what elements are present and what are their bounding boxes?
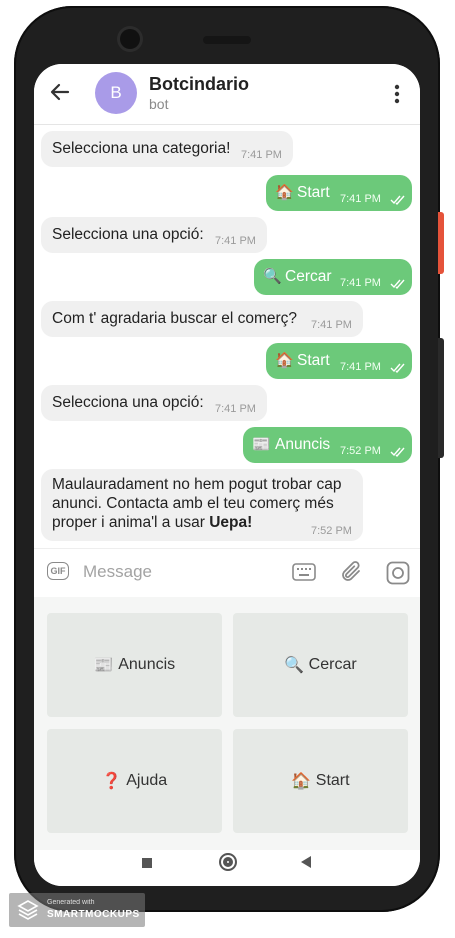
keyboard-button-start[interactable]: 🏠 Start [233, 729, 408, 833]
message-text: Start [297, 184, 330, 201]
message-line: Maulauradament no hem pogut trobar cap [52, 476, 342, 493]
magnifier-icon: 🔍 [284, 657, 305, 674]
double-check-icon [390, 447, 405, 457]
message-text: Com t' agradaria buscar el comerç? [52, 310, 298, 327]
avatar[interactable]: B [95, 72, 137, 114]
attachment-icon[interactable] [340, 560, 364, 586]
message-text: Cercar [285, 268, 332, 285]
message-input-bar: GIF Message [34, 548, 420, 597]
outgoing-message: 🏠 Start 7:41 PM [266, 343, 412, 379]
magnifier-icon: 🔍 [263, 268, 282, 285]
chat-subtitle: bot [149, 96, 169, 112]
message-text: Start [297, 352, 330, 369]
stack-icon [17, 900, 39, 920]
message-text: Selecciona una opció: [52, 226, 204, 243]
brand-name: Uepa! [209, 514, 253, 531]
message-time: 7:41 PM [241, 149, 282, 161]
message-time: 7:41 PM [215, 235, 256, 247]
message-time: 7:52 PM [311, 525, 352, 537]
outgoing-message: 📰 Anuncis 7:52 PM [243, 427, 412, 463]
keyboard-icon[interactable] [292, 563, 316, 581]
message-time: 7:41 PM [340, 361, 381, 373]
earpiece-speaker [203, 36, 251, 44]
newspaper-icon: 📰 [252, 436, 271, 453]
house-icon: 🏠 [291, 773, 312, 790]
message-text: Selecciona una categoria! [52, 140, 231, 157]
watermark-small-text: Generated with [47, 899, 95, 906]
message-time: 7:41 PM [215, 403, 256, 415]
outgoing-message: 🏠 Start 7:41 PM [266, 175, 412, 211]
question-mark-icon: ❓ [101, 773, 122, 790]
more-vertical-icon[interactable] [394, 84, 400, 104]
keyboard-button-ajuda[interactable]: ❓ Ajuda [47, 729, 222, 833]
keyboard-button-cercar[interactable]: 🔍 Cercar [233, 613, 408, 717]
double-check-icon [390, 195, 405, 205]
incoming-message: Selecciona una categoria! 7:41 PM [41, 131, 293, 167]
incoming-message: Com t' agradaria buscar el comerç? 7:41 … [41, 301, 363, 337]
back-triangle-icon[interactable] [300, 855, 312, 869]
avatar-letter: B [110, 83, 122, 102]
message-line: anunci. Contacta amb el teu comerç més [52, 495, 334, 512]
keyboard-button-anuncis[interactable]: 📰 Anuncis [47, 613, 222, 717]
chat-title[interactable]: Botcindario [149, 74, 249, 95]
message-time: 7:41 PM [340, 193, 381, 205]
message-text: Anuncis [275, 436, 331, 453]
incoming-message: Maulauradament no hem pogut trobar cap a… [41, 469, 363, 541]
message-time: 7:41 PM [340, 277, 381, 289]
incoming-message: Selecciona una opció: 7:41 PM [41, 217, 267, 253]
gif-button[interactable]: GIF [47, 562, 69, 580]
house-icon: 🏠 [275, 352, 294, 369]
message-time: 7:41 PM [311, 319, 352, 331]
keyboard-button-label: Ajuda [126, 772, 168, 789]
double-check-icon [390, 363, 405, 373]
system-nav-bar [34, 850, 420, 886]
recents-icon[interactable] [142, 858, 152, 868]
phone-screen: B Botcindario bot Selecciona una categor… [34, 64, 420, 886]
keyboard-button-label: Anuncis [118, 656, 176, 673]
outgoing-message: 🔍 Cercar 7:41 PM [254, 259, 412, 295]
watermark-brand: SMARTMOCKUPS [47, 909, 140, 920]
arrow-left-icon[interactable] [48, 80, 72, 104]
incoming-message: Selecciona una opció: 7:41 PM [41, 385, 267, 421]
front-camera [120, 29, 140, 49]
message-line: proper i anima'l a usar Uepa! [52, 513, 342, 532]
message-text: Selecciona una opció: [52, 394, 204, 411]
message-input[interactable]: Message [83, 562, 152, 582]
volume-button [438, 212, 444, 274]
message-text: Maulauradament no hem pogut trobar cap a… [52, 475, 342, 532]
watermark: Generated with SMARTMOCKUPS [9, 893, 145, 927]
home-icon[interactable] [219, 853, 237, 871]
keyboard-button-label: Cercar [308, 656, 357, 673]
bot-keyboard: 📰 Anuncis 🔍 Cercar ❓ Ajuda 🏠 Start [34, 597, 420, 850]
message-time: 7:52 PM [340, 445, 381, 457]
message-line-text: proper i anima'l a usar [52, 514, 210, 531]
keyboard-button-label: Start [315, 772, 350, 789]
power-button [438, 338, 444, 458]
camera-icon[interactable] [386, 561, 410, 585]
chat-header: B Botcindario bot [34, 64, 420, 125]
newspaper-icon: 📰 [93, 657, 114, 674]
message-list[interactable]: Selecciona una categoria! 7:41 PM 🏠 Star… [34, 125, 420, 547]
double-check-icon [390, 279, 405, 289]
house-icon: 🏠 [275, 184, 294, 201]
